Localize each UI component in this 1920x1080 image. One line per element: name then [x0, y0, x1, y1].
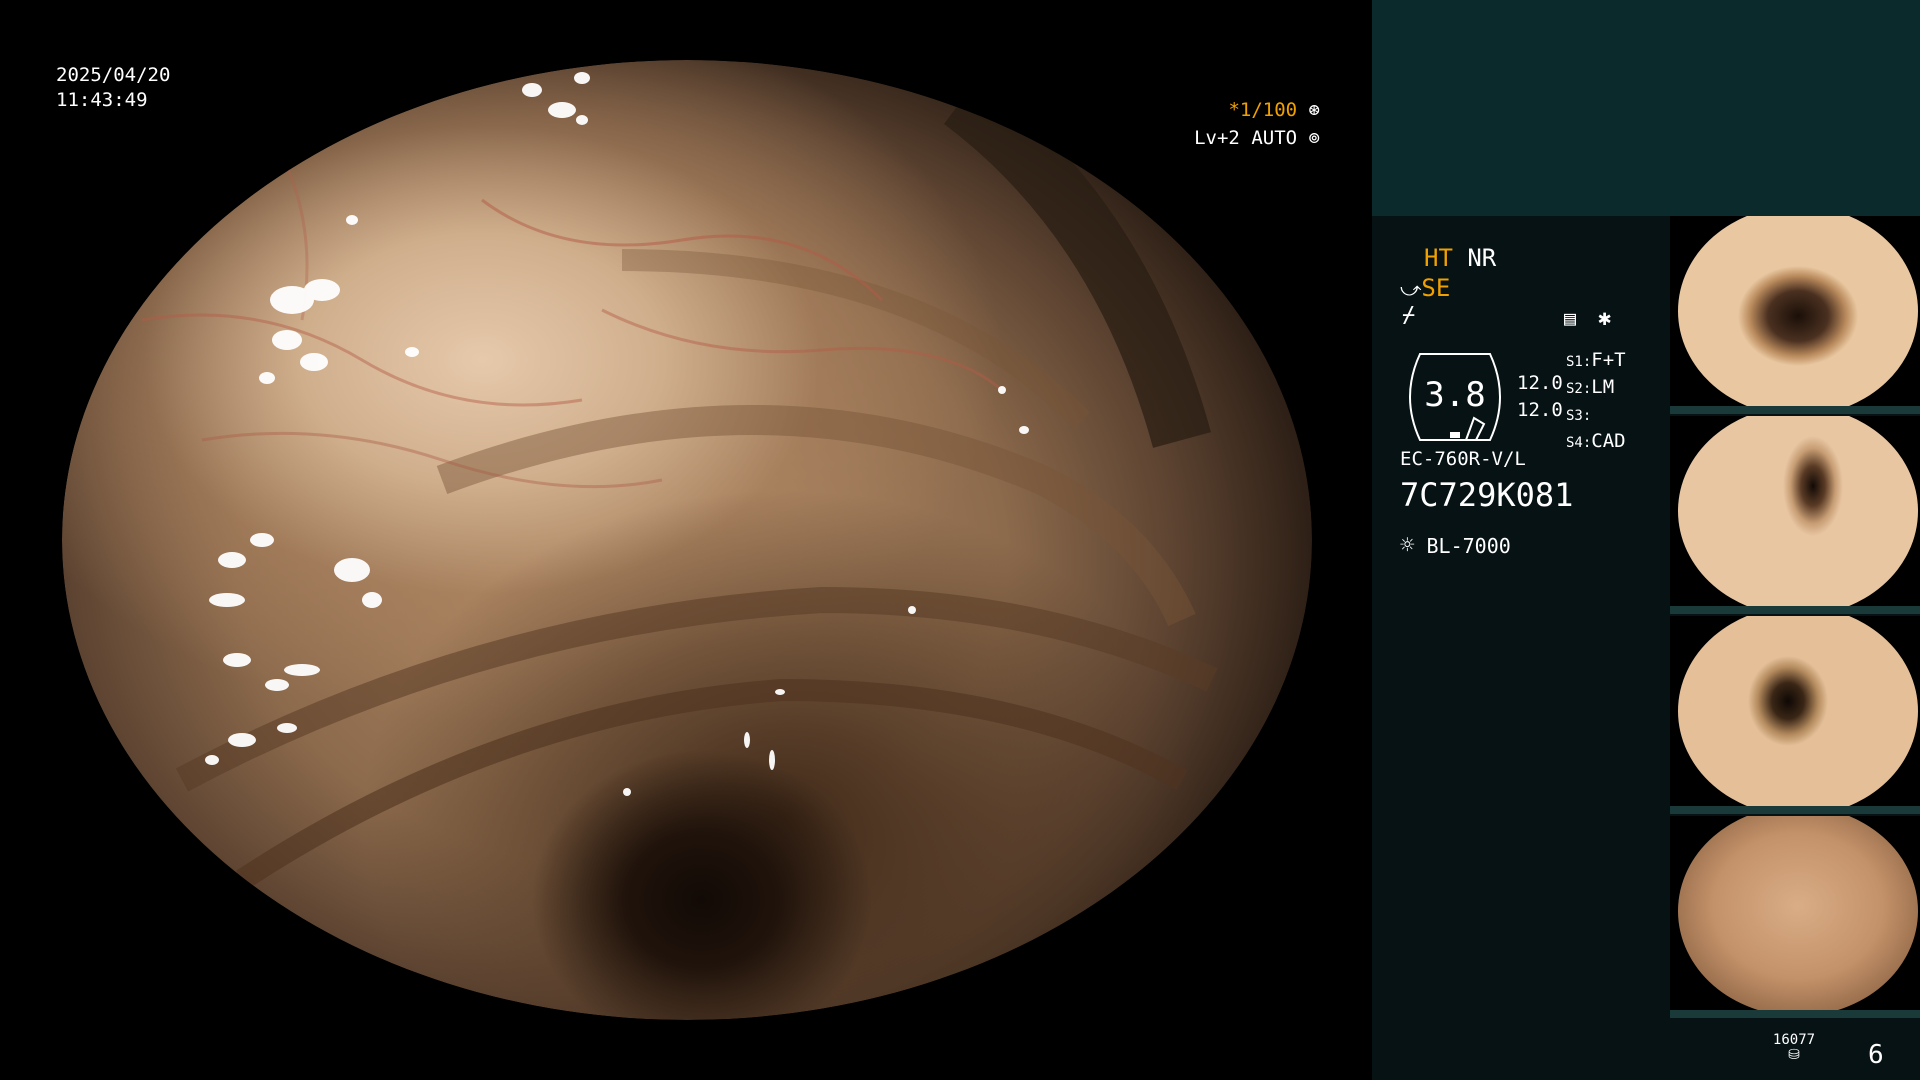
image-count: 6	[1868, 1040, 1884, 1070]
shutter-row: *1/100 ⊛	[1190, 98, 1320, 123]
nr-label: NR	[1467, 244, 1497, 272]
storage-indicator: 16077 ⛁	[1764, 1032, 1824, 1062]
menu-icon: ▤	[1564, 306, 1577, 330]
scope-model: EC-760R-V/L	[1400, 448, 1526, 470]
thumbnail-2-bar	[1670, 606, 1920, 614]
mode-text: AUTO	[1251, 127, 1298, 149]
light-source-row: ☼ BL-7000	[1400, 531, 1511, 559]
light-source-label: BL-7000	[1426, 534, 1511, 558]
level-text: Lv+2	[1194, 127, 1240, 149]
scope-serial: 7C729K081	[1400, 476, 1574, 514]
panel-header-area	[1372, 0, 1920, 216]
setting-row: S2:LM	[1566, 376, 1615, 398]
shutter-text: *1/100	[1228, 99, 1298, 121]
se-row: ⤻SE	[1400, 274, 1450, 302]
gauge-value: 3.8	[1424, 375, 1485, 415]
se-label: SE	[1421, 274, 1451, 302]
mucosa-detail	[141, 72, 1218, 890]
auto-iris-icon: ⊚	[1308, 127, 1320, 149]
timestamp: 2025/04/20 11:43:49	[56, 63, 170, 113]
storage-icon: ⛁	[1788, 1047, 1800, 1063]
asterisk-icon: ✱	[1598, 306, 1612, 331]
zoom-gauge: 3.8	[1409, 353, 1501, 441]
thumbnail-2[interactable]	[1670, 416, 1920, 606]
setting-row: S1:F+T	[1566, 349, 1626, 371]
endoscope-main-view: 2025/04/20 11:43:49 *1/100 ⊛ Lv+2 AUTO ⊚	[0, 0, 1372, 1080]
storage-count: 16077	[1772, 1032, 1816, 1048]
ht-nr-row: HT NR	[1424, 243, 1496, 274]
color-mode-icon: ⌿	[1402, 303, 1416, 328]
colon-lumen-image	[62, 60, 1312, 1020]
structure-enhance-icon: ⤻	[1400, 277, 1422, 301]
thumbnail-3-bar	[1670, 806, 1920, 814]
thumbnail-1-bar	[1670, 406, 1920, 414]
scale-top: 12.0	[1517, 372, 1563, 394]
thumbnail-4[interactable]	[1670, 816, 1920, 1010]
scale-values: 12.0 12.0	[1517, 370, 1563, 424]
time-text: 11:43:49	[56, 89, 148, 111]
date-text: 2025/04/20	[56, 64, 171, 86]
thumbnail-1[interactable]	[1670, 216, 1920, 406]
setting-row: S3:	[1566, 408, 1592, 424]
scale-bottom: 12.0	[1517, 399, 1563, 421]
light-source-icon: ☼	[1400, 531, 1415, 559]
exposure-info: *1/100 ⊛ Lv+2 AUTO ⊚	[1190, 98, 1320, 151]
thumbnail-3[interactable]	[1670, 616, 1920, 806]
ht-label: HT	[1424, 244, 1453, 272]
level-row: Lv+2 AUTO ⊚	[1190, 126, 1320, 151]
processing-status: HT NR	[1424, 243, 1496, 274]
setting-row: S4:CAD	[1566, 430, 1626, 452]
switch-settings: S1:F+T S2:LM S3: S4:CAD	[1566, 348, 1626, 456]
shutter-icon: ⊛	[1308, 99, 1320, 121]
thumbnail-4-bar	[1670, 1010, 1920, 1018]
